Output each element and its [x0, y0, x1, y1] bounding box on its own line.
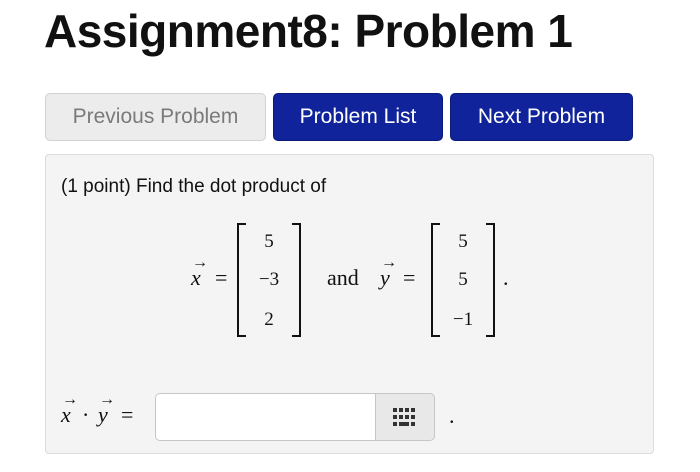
- and-text: and: [327, 265, 359, 290]
- x-vector-symbol: → x: [191, 254, 208, 291]
- y-component-1: 5: [458, 231, 468, 252]
- equals-sign: =: [403, 265, 416, 290]
- vector-arrow-icon: →: [62, 391, 78, 408]
- equation-editor-button[interactable]: [375, 393, 435, 441]
- previous-problem-button[interactable]: Previous Problem: [45, 93, 266, 141]
- x-component-3: 2: [264, 309, 274, 330]
- dot-operator: ·: [82, 402, 90, 427]
- next-problem-button[interactable]: Next Problem: [450, 93, 633, 141]
- vector-arrow-icon: →: [99, 391, 115, 408]
- x-component-2: −3: [258, 269, 280, 290]
- keypad-icon: [393, 408, 415, 426]
- equation-period: .: [503, 265, 509, 290]
- y-vector-symbol: → y: [380, 254, 397, 291]
- y-component-2: 5: [458, 269, 468, 290]
- problem-list-button[interactable]: Problem List: [273, 93, 443, 141]
- answer-period: .: [449, 403, 455, 428]
- page-title: Assignment8: Problem 1: [44, 5, 573, 57]
- equals-sign: =: [215, 265, 228, 290]
- vector-arrow-icon: →: [192, 254, 208, 271]
- x-component-1: 5: [264, 231, 274, 252]
- y-vector-symbol: → y: [98, 391, 115, 428]
- problem-panel: (1 point) Find the dot product of → x = 5…: [45, 154, 654, 454]
- vector-arrow-icon: →: [381, 254, 397, 271]
- y-component-3: −1: [452, 309, 474, 330]
- equals-sign: =: [121, 402, 134, 427]
- x-vector-symbol: → x: [61, 391, 78, 428]
- problem-prompt: (1 point) Find the dot product of: [61, 176, 327, 197]
